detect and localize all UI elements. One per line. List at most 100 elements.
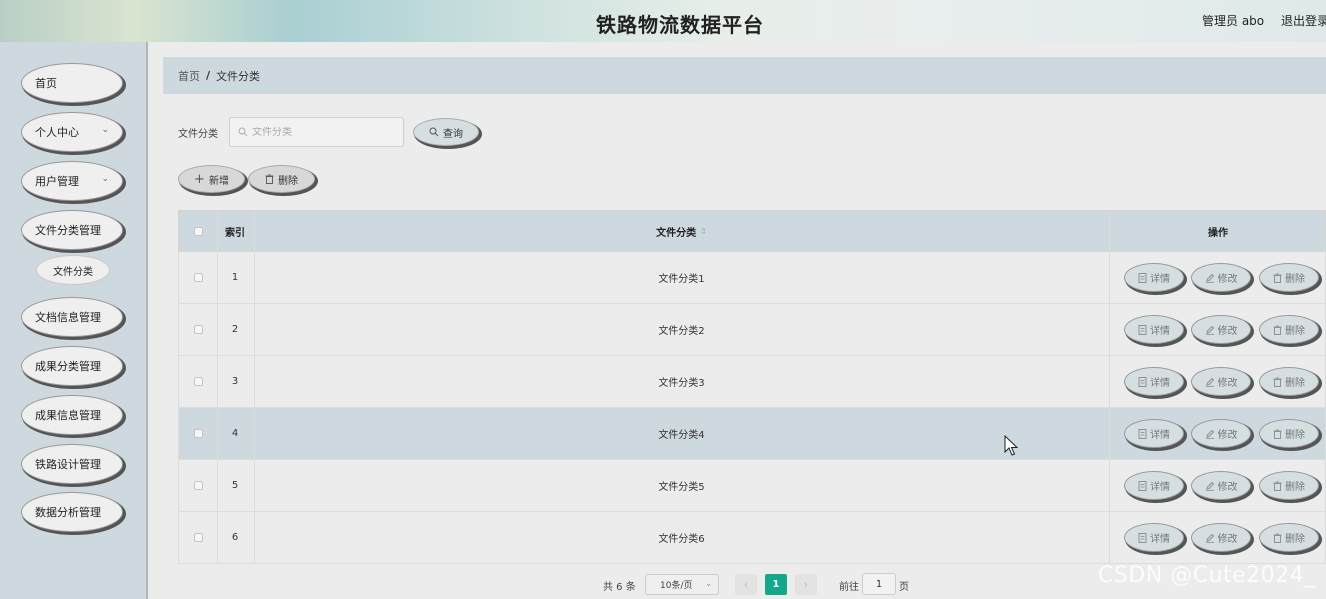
row-category: 文件分类2 [658, 326, 705, 337]
batch-delete-button[interactable]: 删除 [248, 165, 315, 193]
edit-button[interactable]: 修改 [1191, 367, 1251, 396]
search-icon [238, 127, 248, 137]
search-field[interactable] [229, 117, 404, 147]
detail-button-label: 详情 [1150, 482, 1170, 493]
current-user: 管理员 abo [1202, 14, 1265, 28]
edit-button-label: 修改 [1217, 378, 1238, 389]
chevron-left-icon: ‹ [743, 578, 749, 591]
pencil-icon [1205, 429, 1214, 439]
sidebar-item-label: 文档信息管理 [35, 311, 101, 324]
document-icon [1138, 532, 1147, 543]
detail-button[interactable]: 详情 [1124, 315, 1184, 344]
app-title: 铁路物流数据平台 [596, 13, 764, 37]
row-checkbox[interactable] [193, 533, 203, 542]
row-checkbox-cell [179, 304, 217, 355]
header-category[interactable]: 文件分类 ⇕ [254, 211, 1109, 251]
table-row[interactable]: 5 文件分类5 详情 修改 删除 [178, 460, 1326, 512]
pencil-icon [1205, 481, 1214, 491]
sidebar-item-railway-design-management[interactable]: 铁路设计管理 [21, 444, 123, 484]
row-delete-button[interactable]: 删除 [1259, 471, 1319, 500]
document-icon [1138, 428, 1147, 439]
row-delete-button[interactable]: 删除 [1259, 419, 1319, 448]
sidebar-item-document-info-management[interactable]: 文档信息管理 [21, 297, 123, 337]
edit-button[interactable]: 修改 [1191, 263, 1251, 292]
row-index: 2 [231, 324, 239, 335]
top-header: 铁路物流数据平台 管理员 abo 退出登录 [0, 0, 1326, 42]
next-page-button[interactable]: › [795, 574, 817, 595]
row-index: 4 [231, 428, 239, 439]
row-checkbox[interactable] [193, 481, 203, 490]
detail-button-label: 详情 [1150, 326, 1170, 337]
row-index: 6 [231, 532, 239, 543]
prev-page-button[interactable]: ‹ [735, 574, 757, 595]
goto-page-input[interactable]: 1 [862, 573, 896, 595]
detail-button[interactable]: 详情 [1124, 367, 1184, 396]
detail-button-label: 详情 [1150, 430, 1170, 441]
breadcrumb-current: 文件分类 [216, 69, 261, 83]
row-index: 5 [231, 480, 239, 491]
row-delete-button-label: 删除 [1285, 326, 1305, 337]
goto-label: 前往 [839, 582, 859, 593]
row-checkbox[interactable] [193, 377, 203, 386]
edit-button[interactable]: 修改 [1191, 315, 1251, 344]
sidebar-item-result-info-management[interactable]: 成果信息管理 [21, 395, 123, 435]
query-button[interactable]: 查询 [413, 118, 479, 146]
row-checkbox[interactable] [193, 273, 203, 282]
row-checkbox-cell [179, 408, 217, 459]
edit-button-label: 修改 [1217, 534, 1238, 545]
goto-unit-label: 页 [899, 582, 909, 593]
sidebar-item-data-analysis-management[interactable]: 数据分析管理 [21, 492, 123, 532]
table-row[interactable]: 4 文件分类4 详情 修改 删除 [178, 408, 1326, 460]
trash-icon [1273, 324, 1282, 335]
row-delete-button[interactable]: 删除 [1259, 367, 1319, 396]
detail-button-label: 详情 [1150, 378, 1170, 389]
row-checkbox[interactable] [193, 429, 203, 438]
sidebar-item-personal-center[interactable]: 个人中心 ⌄ [21, 112, 123, 152]
sidebar-item-user-management[interactable]: 用户管理 ⌄ [21, 161, 123, 201]
row-delete-button-label: 删除 [1285, 534, 1305, 545]
detail-button[interactable]: 详情 [1124, 523, 1184, 552]
edit-button-label: 修改 [1217, 274, 1238, 285]
chevron-down-icon: ⌄ [705, 579, 712, 588]
trash-icon [1273, 428, 1282, 439]
row-delete-button[interactable]: 删除 [1259, 523, 1319, 552]
detail-button[interactable]: 详情 [1124, 471, 1184, 500]
header-checkbox-cell [179, 211, 217, 251]
sort-icon[interactable]: ⇕ [700, 227, 707, 236]
edit-button[interactable]: 修改 [1191, 471, 1251, 500]
row-index: 3 [231, 376, 239, 387]
detail-button[interactable]: 详情 [1124, 419, 1184, 448]
table-row[interactable]: 1 文件分类1 详情 修改 删除 [178, 252, 1326, 304]
row-category: 文件分类1 [658, 274, 705, 285]
logout-link[interactable]: 退出登录 [1281, 12, 1326, 29]
sidebar-item-label: 个人中心 [35, 126, 79, 139]
column-divider [1109, 408, 1110, 459]
edit-button[interactable]: 修改 [1191, 419, 1251, 448]
column-divider [1109, 304, 1110, 355]
select-all-checkbox[interactable] [193, 226, 203, 236]
row-delete-button[interactable]: 删除 [1259, 315, 1319, 344]
sidebar-item-file-category-management[interactable]: 文件分类管理 [21, 210, 123, 250]
detail-button[interactable]: 详情 [1124, 263, 1184, 292]
add-button[interactable]: + 新增 [178, 165, 245, 193]
edit-button[interactable]: 修改 [1191, 523, 1251, 552]
sidebar-item-home[interactable]: 首页 [21, 63, 123, 103]
search-input[interactable] [252, 126, 392, 138]
breadcrumb-separator: / [206, 69, 211, 82]
sidebar-subitem-file-category[interactable]: 文件分类 [36, 255, 110, 285]
watermark: CSDN @Cute2024_ [1098, 563, 1316, 588]
table-row[interactable]: 3 文件分类3 详情 修改 删除 [178, 356, 1326, 408]
page-number-current[interactable]: 1 [765, 574, 787, 595]
row-category: 文件分类4 [658, 430, 705, 441]
document-icon [1138, 376, 1147, 387]
sidebar-item-result-category-management[interactable]: 成果分类管理 [21, 346, 123, 386]
row-delete-button[interactable]: 删除 [1259, 263, 1319, 292]
table-row[interactable]: 2 文件分类2 详情 修改 删除 [178, 304, 1326, 356]
pencil-icon [1205, 377, 1214, 387]
row-delete-button-label: 删除 [1285, 378, 1305, 389]
table-row[interactable]: 6 文件分类6 详情 修改 删除 [178, 512, 1326, 564]
sidebar-item-label: 文件分类管理 [35, 224, 101, 237]
breadcrumb-home[interactable]: 首页 [178, 68, 200, 84]
row-checkbox[interactable] [193, 325, 203, 334]
page-size-select[interactable]: 10条/页 ⌄ [645, 574, 719, 595]
